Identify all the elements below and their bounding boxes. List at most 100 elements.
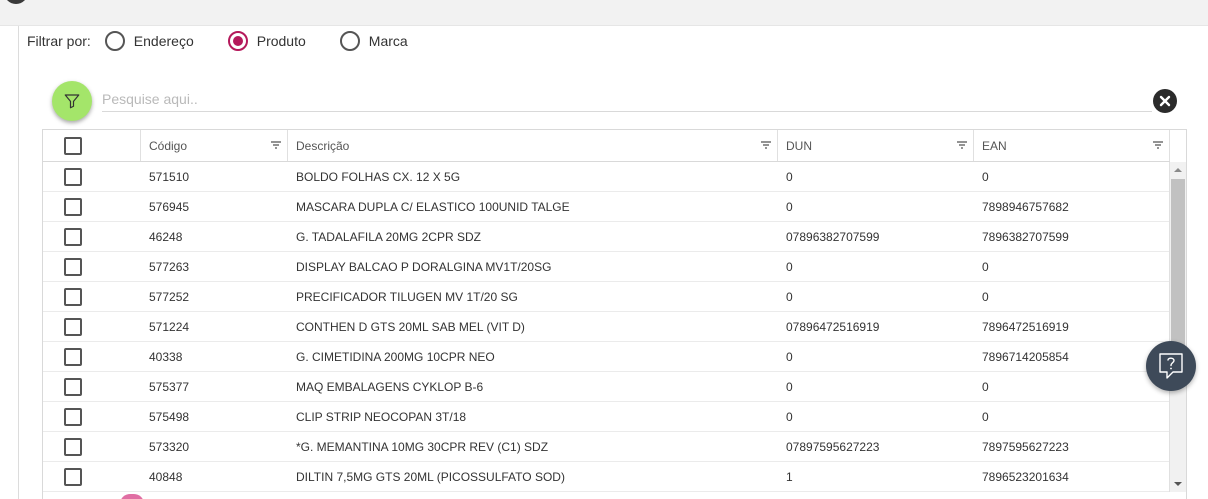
cell-dun: 07896382707599	[778, 222, 974, 252]
header-descricao[interactable]: Descrição	[288, 130, 778, 161]
row-checkbox[interactable]	[64, 347, 82, 366]
filter-button[interactable]	[52, 81, 92, 121]
radio-option-endereco[interactable]: Endereço	[104, 31, 194, 51]
radio-selected-dot	[232, 36, 243, 46]
radio-label-produto: Produto	[256, 33, 306, 49]
cell-dun: 0	[778, 282, 974, 312]
cell-codigo: 571224	[141, 312, 288, 342]
scroll-down-arrow[interactable]	[1170, 476, 1186, 492]
cell-descricao: CONTHEN D GTS 20ML SAB MEL (VIT D)	[288, 312, 778, 342]
table-row[interactable]: 576945 MASCARA DUPLA C/ ELASTICO 100UNID…	[43, 191, 1170, 222]
table-row[interactable]: 40338 G. CIMETIDINA 200MG 10CPR NEO 0 78…	[43, 341, 1170, 372]
cell-text: 7896523201634	[982, 469, 1069, 484]
scroll-up-arrow[interactable]	[1170, 162, 1186, 178]
table-row[interactable]: 571510 BOLDO FOLHAS CX. 12 X 5G 0 0	[43, 161, 1170, 192]
cell-text: 577252	[149, 289, 190, 304]
row-select-cell	[43, 162, 141, 192]
row-select-cell	[43, 462, 141, 492]
row-checkbox[interactable]	[64, 437, 82, 456]
header-label-descricao: Descrição	[296, 138, 350, 153]
row-checkbox[interactable]	[64, 407, 82, 426]
table-row[interactable]: 577252 PRECIFICADOR TILUGEN MV 1T/20 SG …	[43, 281, 1170, 312]
cell-text: 0	[786, 379, 793, 394]
clear-search-button[interactable]	[1153, 89, 1177, 113]
cell-ean: 7896523201634	[974, 461, 1170, 492]
radio-option-produto[interactable]: Produto	[227, 31, 306, 51]
cell-text: 0	[786, 409, 793, 424]
caret-up-icon	[1174, 168, 1182, 172]
cell-ean: 0	[974, 371, 1170, 402]
radio-produto[interactable]	[227, 31, 248, 51]
cell-codigo: 577263	[141, 252, 288, 282]
header-label-ean: EAN	[982, 138, 1007, 153]
row-checkbox[interactable]	[64, 197, 82, 216]
cell-dun: 0	[778, 252, 974, 282]
table-row[interactable]: 577263 DISPLAY BALCAO P DORALGINA MV1T/2…	[43, 251, 1170, 282]
cell-descricao: PRECIFICADOR TILUGEN MV 1T/20 SG	[288, 282, 778, 312]
grid-vertical-scrollbar[interactable]	[1170, 162, 1186, 492]
header-codigo[interactable]: Código	[141, 130, 288, 161]
header-dun[interactable]: DUN	[778, 130, 974, 161]
row-select-cell	[43, 342, 141, 372]
cell-codigo: 40848	[141, 462, 288, 492]
header-label-dun: DUN	[786, 138, 812, 153]
cell-codigo: 575498	[141, 402, 288, 432]
radio-marca[interactable]	[339, 31, 360, 51]
cell-text: 07896472516919	[786, 319, 880, 334]
row-checkbox[interactable]	[64, 257, 82, 276]
row-checkbox[interactable]	[64, 287, 82, 306]
cell-text: 575377	[149, 379, 190, 394]
cell-text: 7898946757682	[982, 199, 1069, 214]
cell-dun: 1	[778, 462, 974, 492]
column-menu-icon[interactable]	[271, 141, 281, 149]
row-checkbox[interactable]	[64, 467, 82, 486]
top-avatar-edge	[4, 0, 28, 4]
cell-descricao: MAQ EMBALAGENS CYKLOP B-6	[288, 372, 778, 402]
row-select-cell	[43, 252, 141, 282]
cell-descricao: DILTIN 7,5MG GTS 20ML (PICOSSULFATO SOD)	[288, 462, 778, 492]
search-input[interactable]	[102, 86, 1152, 112]
cell-descricao: G. TADALAFILA 20MG 2CPR SDZ	[288, 222, 778, 252]
product-grid: Código Descrição DUN EAN 571510 BOLDO FO…	[42, 129, 1187, 499]
table-row[interactable]: 575498 CLIP STRIP NEOCOPAN 3T/18 0 0	[43, 401, 1170, 432]
cell-ean: 7896714205854	[974, 341, 1170, 372]
help-question-icon	[1159, 353, 1183, 379]
cell-text: BOLDO FOLHAS CX. 12 X 5G	[296, 169, 461, 184]
row-checkbox[interactable]	[64, 317, 82, 336]
cell-text: PRECIFICADOR TILUGEN MV 1T/20 SG	[296, 289, 518, 304]
row-select-cell	[43, 432, 141, 462]
column-menu-icon[interactable]	[1153, 141, 1163, 149]
cell-text: G. CIMETIDINA 200MG 10CPR NEO	[296, 349, 495, 364]
cell-text: 0	[786, 199, 793, 214]
cell-text: MASCARA DUPLA C/ ELASTICO 100UNID TALGE	[296, 199, 570, 214]
table-row[interactable]: 575377 MAQ EMBALAGENS CYKLOP B-6 0 0	[43, 371, 1170, 402]
cell-dun: 0	[778, 342, 974, 372]
top-strip	[0, 0, 1208, 26]
cell-ean: 7898946757682	[974, 191, 1170, 222]
column-menu-icon[interactable]	[957, 141, 967, 149]
table-row[interactable]: 573320 *G. MEMANTINA 10MG 30CPR REV (C1)…	[43, 431, 1170, 462]
close-icon	[1159, 95, 1171, 107]
help-button[interactable]	[1146, 341, 1196, 391]
column-menu-icon[interactable]	[761, 141, 771, 149]
table-row[interactable]: 46248 G. TADALAFILA 20MG 2CPR SDZ 078963…	[43, 221, 1170, 252]
select-all-checkbox[interactable]	[64, 136, 82, 155]
radio-endereco[interactable]	[104, 31, 125, 51]
cell-dun: 0	[778, 402, 974, 432]
row-checkbox[interactable]	[64, 377, 82, 396]
radio-option-marca[interactable]: Marca	[339, 31, 408, 51]
row-checkbox[interactable]	[64, 167, 82, 186]
grid-body: 571510 BOLDO FOLHAS CX. 12 X 5G 0 0 5769…	[43, 161, 1170, 492]
header-ean[interactable]: EAN	[974, 130, 1170, 161]
cell-ean: 0	[974, 401, 1170, 432]
cell-text: 0	[786, 349, 793, 364]
filter-by-row: Filtrar por: Endereço Produto Marca	[27, 30, 442, 52]
cell-dun: 07897595627223	[778, 432, 974, 462]
cell-dun: 07896472516919	[778, 312, 974, 342]
cell-text: 0	[786, 259, 793, 274]
table-row[interactable]: 571224 CONTHEN D GTS 20ML SAB MEL (VIT D…	[43, 311, 1170, 342]
row-select-cell	[43, 402, 141, 432]
row-checkbox[interactable]	[64, 227, 82, 246]
cell-codigo: 40338	[141, 342, 288, 372]
table-row[interactable]: 40848 DILTIN 7,5MG GTS 20ML (PICOSSULFAT…	[43, 461, 1170, 492]
